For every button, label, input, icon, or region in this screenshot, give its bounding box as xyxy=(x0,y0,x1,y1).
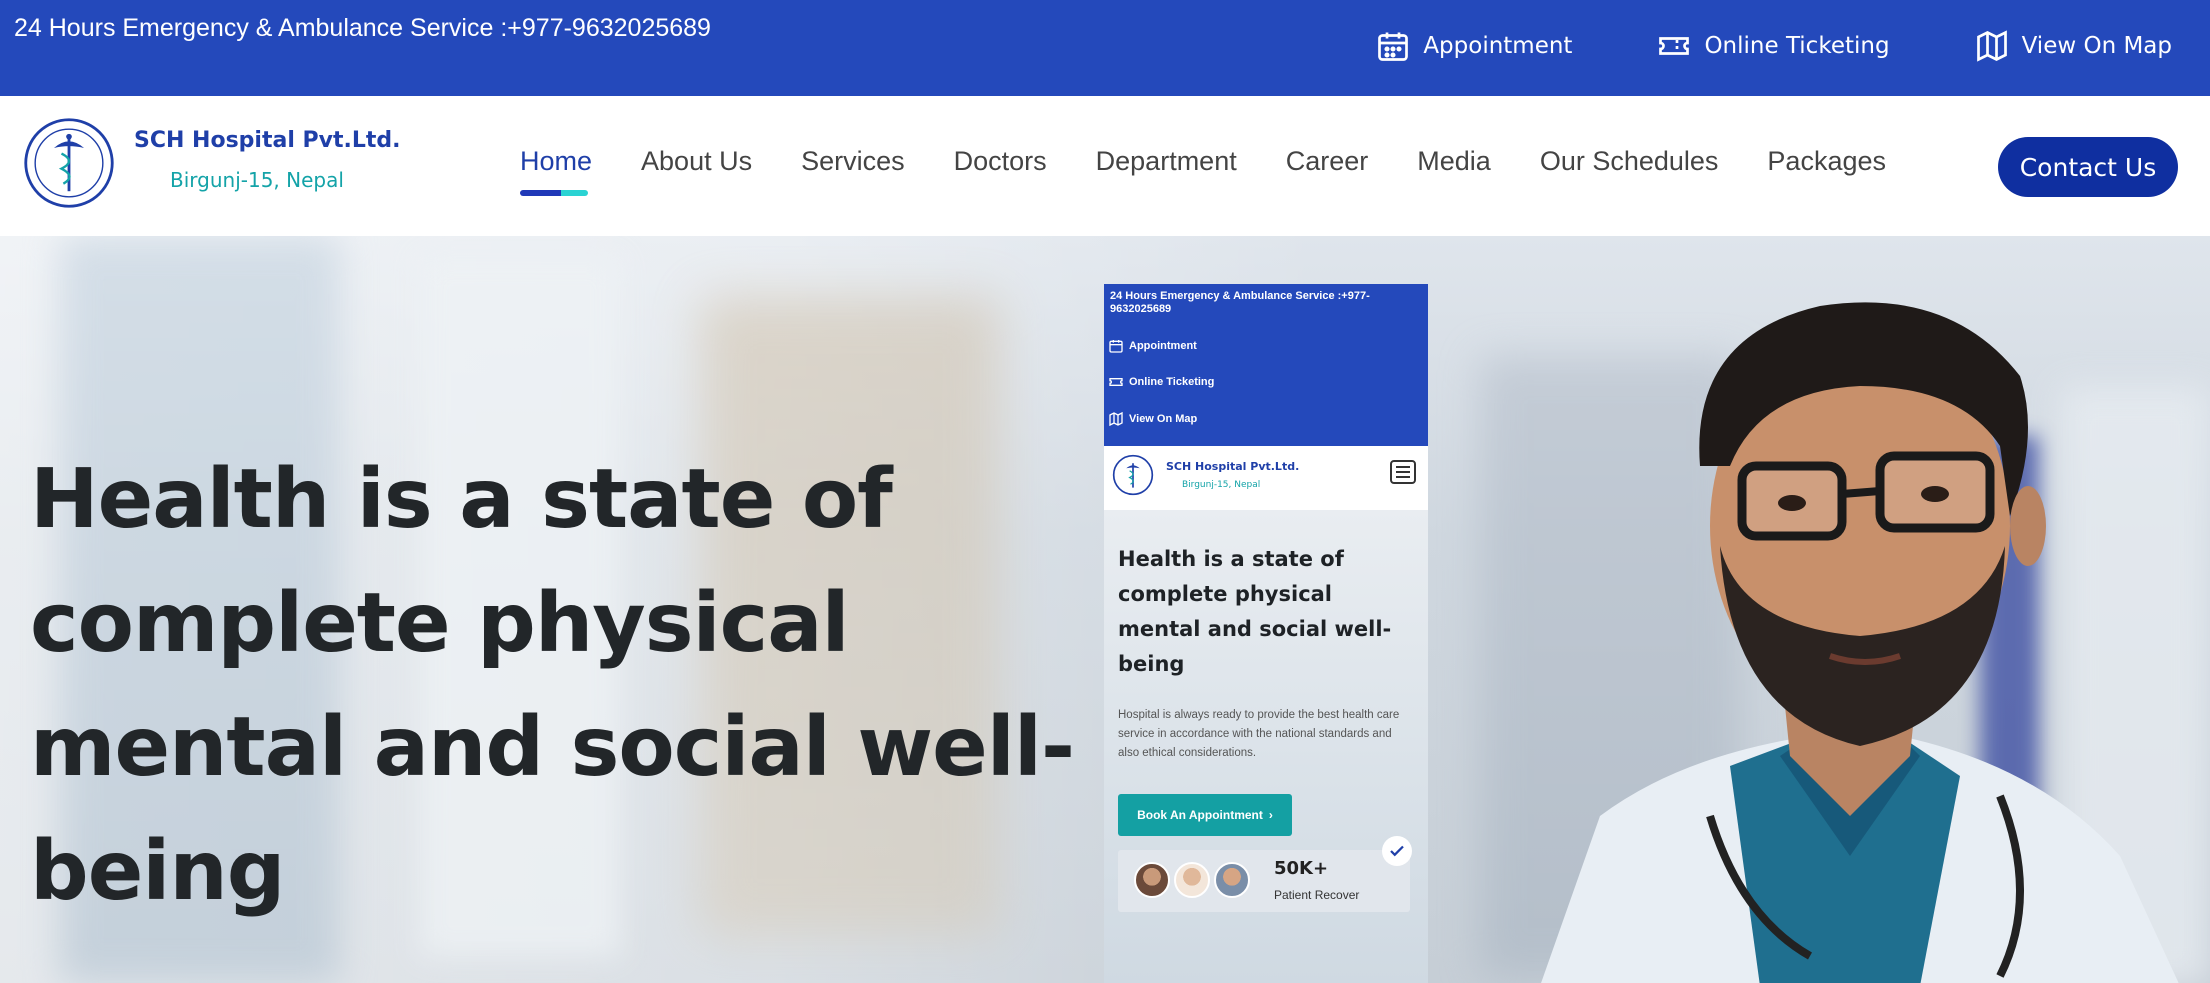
view-on-map-label: View On Map xyxy=(2021,33,2172,59)
mobile-hero-description: Hospital is always ready to provide the … xyxy=(1118,709,1400,759)
hero-title: Health is a state of complete physical m… xyxy=(30,452,1075,919)
main-navbar: SCH Hospital Pvt.Ltd. Birgunj-15, Nepal … xyxy=(0,96,2210,236)
mobile-preview: 24 Hours Emergency & Ambulance Service :… xyxy=(1104,284,1428,983)
mobile-brand-location: Birgunj-15, Nepal xyxy=(1182,480,1261,490)
online-ticketing-label: Online Ticketing xyxy=(1704,33,1890,59)
nav-home[interactable]: Home xyxy=(520,146,592,196)
patient-recover-count: 50K+ xyxy=(1274,858,1329,879)
hamburger-menu-icon[interactable] xyxy=(1390,460,1416,484)
appointment-label: Appointment xyxy=(1423,33,1573,59)
map-icon xyxy=(1109,411,1123,427)
ticket-icon xyxy=(1109,378,1123,386)
online-ticketing-link[interactable]: Online Ticketing xyxy=(1656,28,1890,64)
nav-our-schedules[interactable]: Our Schedules xyxy=(1540,146,1719,177)
doctor-image xyxy=(1541,302,2179,983)
nav-about-us[interactable]: About Us xyxy=(641,146,752,177)
mobile-appointment-label: Appointment xyxy=(1129,340,1197,352)
avatar xyxy=(1134,862,1170,898)
mobile-hero-title: Health is a state of complete physical m… xyxy=(1118,547,1392,676)
brand-location: Birgunj-15, Nepal xyxy=(170,168,344,192)
nav-career[interactable]: Career xyxy=(1286,146,1369,177)
nav-doctors[interactable]: Doctors xyxy=(954,146,1047,177)
brand-name[interactable]: SCH Hospital Pvt.Ltd. xyxy=(134,128,401,153)
calendar-icon xyxy=(1109,340,1123,353)
mobile-emergency-text: 24 Hours Emergency & Ambulance Service :… xyxy=(1110,290,1370,315)
appointment-link[interactable]: Appointment xyxy=(1375,28,1572,64)
mobile-view-on-map-link[interactable]: View On Map xyxy=(1108,411,1197,427)
hero-section: Health is a state of complete physical m… xyxy=(0,236,2210,983)
nav-services[interactable]: Services xyxy=(801,146,905,177)
nav-department[interactable]: Department xyxy=(1096,146,1237,177)
mobile-brand-name[interactable]: SCH Hospital Pvt.Ltd. xyxy=(1166,460,1299,473)
map-icon xyxy=(1976,30,2007,62)
check-icon xyxy=(1382,836,1412,866)
avatar xyxy=(1174,862,1210,898)
book-appointment-button[interactable]: Book An Appointment › xyxy=(1118,794,1292,836)
mobile-hero: Health is a state of complete physical m… xyxy=(1104,510,1428,983)
nav-media[interactable]: Media xyxy=(1417,146,1491,177)
top-info-bar: 24 Hours Emergency & Ambulance Service :… xyxy=(0,0,2210,96)
avatar xyxy=(1214,862,1250,898)
mobile-appointment-link[interactable]: Appointment xyxy=(1108,338,1197,354)
emergency-contact-text: 24 Hours Emergency & Ambulance Service :… xyxy=(14,14,711,42)
contact-us-button[interactable]: Contact Us xyxy=(1998,137,2178,197)
nav-packages[interactable]: Packages xyxy=(1767,146,1886,177)
patient-recover-card: 50K+ Patient Recover xyxy=(1118,836,1412,912)
mobile-view-on-map-label: View On Map xyxy=(1129,413,1198,425)
mobile-top-bar: 24 Hours Emergency & Ambulance Service :… xyxy=(1104,284,1428,446)
ticket-icon xyxy=(1659,37,1690,55)
view-on-map-link[interactable]: View On Map xyxy=(1974,28,2172,64)
chevron-right-icon: › xyxy=(1268,808,1273,822)
patient-recover-label: Patient Recover xyxy=(1274,888,1360,902)
mobile-online-ticketing-label: Online Ticketing xyxy=(1129,376,1215,388)
top-links: Appointment Online Ticketing View On Map xyxy=(1291,28,2172,64)
mobile-online-ticketing-link[interactable]: Online Ticketing xyxy=(1108,374,1214,390)
mobile-hospital-logo[interactable] xyxy=(1112,454,1154,496)
calendar-icon xyxy=(1378,32,1409,61)
main-menu: Home About Us Services Doctors Departmen… xyxy=(520,146,1935,196)
book-appointment-label: Book An Appointment xyxy=(1137,808,1263,822)
mobile-navbar: SCH Hospital Pvt.Ltd. Birgunj-15, Nepal xyxy=(1104,446,1428,510)
hospital-logo[interactable] xyxy=(22,116,116,210)
